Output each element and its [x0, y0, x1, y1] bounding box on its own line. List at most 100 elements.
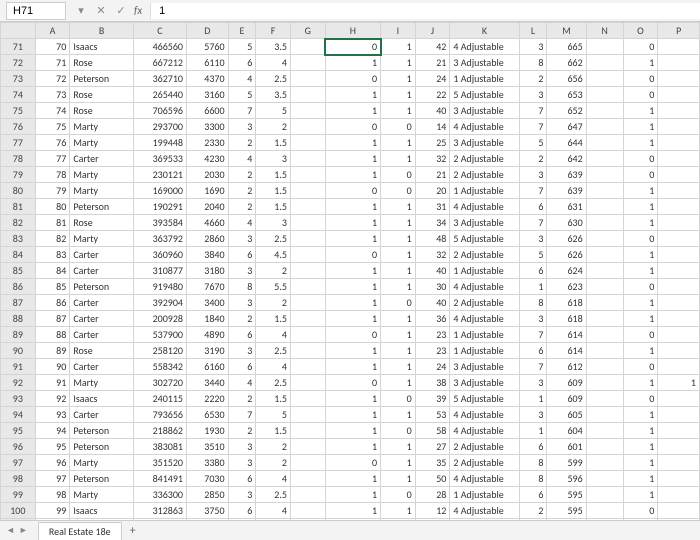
cell[interactable]: Peterson: [70, 279, 134, 295]
cell[interactable]: 1: [325, 295, 380, 311]
cell[interactable]: 4890: [186, 327, 228, 343]
cell[interactable]: 31: [415, 199, 450, 215]
cell[interactable]: 1.5: [256, 167, 291, 183]
cell[interactable]: 605: [547, 407, 586, 423]
cell[interactable]: 1840: [186, 311, 228, 327]
cell[interactable]: [290, 279, 325, 295]
cell[interactable]: 12: [415, 503, 450, 519]
cell[interactable]: 0: [623, 167, 658, 183]
cell[interactable]: 0: [381, 487, 416, 503]
cell[interactable]: 1 Adjustable: [450, 327, 519, 343]
col-header-J[interactable]: J: [415, 23, 450, 39]
cell[interactable]: [658, 119, 700, 135]
cell[interactable]: 1: [623, 183, 658, 199]
cell[interactable]: 2: [519, 503, 547, 519]
cell[interactable]: 89: [35, 343, 70, 359]
cell[interactable]: 6: [228, 55, 256, 71]
cell[interactable]: 2: [228, 135, 256, 151]
cell[interactable]: 83: [35, 247, 70, 263]
cell[interactable]: 91: [35, 375, 70, 391]
cell[interactable]: [658, 359, 700, 375]
cell[interactable]: [290, 455, 325, 471]
cell[interactable]: 1: [381, 279, 416, 295]
cell[interactable]: 7: [519, 359, 547, 375]
cell[interactable]: [290, 327, 325, 343]
cell[interactable]: 1.5: [256, 183, 291, 199]
cell[interactable]: Carter: [70, 295, 134, 311]
cell[interactable]: 30: [415, 279, 450, 295]
row-header[interactable]: 74: [1, 87, 36, 103]
cell[interactable]: [658, 151, 700, 167]
cell[interactable]: [290, 55, 325, 71]
cell[interactable]: 8: [519, 455, 547, 471]
col-header-F[interactable]: F: [256, 23, 291, 39]
cell[interactable]: 21: [415, 167, 450, 183]
col-header-D[interactable]: D: [186, 23, 228, 39]
cell[interactable]: 94: [35, 423, 70, 439]
cell[interactable]: 2.5: [256, 487, 291, 503]
cell[interactable]: [658, 295, 700, 311]
cell[interactable]: 240115: [133, 391, 186, 407]
cell[interactable]: [586, 343, 623, 359]
cell[interactable]: 1: [381, 327, 416, 343]
cell[interactable]: 8: [519, 55, 547, 71]
cell[interactable]: 2330: [186, 135, 228, 151]
cell[interactable]: 5: [256, 407, 291, 423]
cell[interactable]: 0: [623, 391, 658, 407]
cell[interactable]: 665: [547, 39, 586, 55]
cell[interactable]: 0: [381, 119, 416, 135]
cell[interactable]: 78: [35, 167, 70, 183]
cell[interactable]: [290, 503, 325, 519]
cell[interactable]: [586, 39, 623, 55]
cell[interactable]: 98: [35, 487, 70, 503]
cell[interactable]: 1: [325, 199, 380, 215]
cell[interactable]: [658, 407, 700, 423]
cell[interactable]: [290, 407, 325, 423]
cell[interactable]: 2.5: [256, 375, 291, 391]
cell[interactable]: 71: [35, 55, 70, 71]
cell[interactable]: 0: [325, 119, 380, 135]
cell[interactable]: 1: [381, 503, 416, 519]
row-header[interactable]: 79: [1, 167, 36, 183]
row-header[interactable]: 90: [1, 343, 36, 359]
cell[interactable]: 3440: [186, 375, 228, 391]
cell[interactable]: 1: [325, 55, 380, 71]
cell[interactable]: [290, 471, 325, 487]
cell[interactable]: 79: [35, 183, 70, 199]
cell[interactable]: 2: [256, 455, 291, 471]
cell[interactable]: [586, 71, 623, 87]
cell[interactable]: 293700: [133, 119, 186, 135]
cell[interactable]: 70: [35, 39, 70, 55]
cell[interactable]: [290, 215, 325, 231]
cell[interactable]: 80: [35, 199, 70, 215]
cell[interactable]: 7: [519, 103, 547, 119]
cell[interactable]: 618: [547, 311, 586, 327]
cell[interactable]: [586, 311, 623, 327]
row-header[interactable]: 75: [1, 103, 36, 119]
cell[interactable]: 363792: [133, 231, 186, 247]
cell[interactable]: 1: [519, 423, 547, 439]
row-header[interactable]: 80: [1, 183, 36, 199]
cell[interactable]: 58: [415, 423, 450, 439]
cell[interactable]: [290, 391, 325, 407]
cell[interactable]: 623: [547, 279, 586, 295]
cell[interactable]: [658, 327, 700, 343]
cell[interactable]: 5: [256, 103, 291, 119]
cell[interactable]: 0: [381, 295, 416, 311]
cell[interactable]: 4: [256, 503, 291, 519]
cell[interactable]: 7: [228, 407, 256, 423]
cell[interactable]: 4 Adjustable: [450, 119, 519, 135]
cell[interactable]: 6: [519, 439, 547, 455]
cell[interactable]: 7670: [186, 279, 228, 295]
cell[interactable]: Isaacs: [70, 391, 134, 407]
cell[interactable]: 1: [381, 103, 416, 119]
cell[interactable]: 369533: [133, 151, 186, 167]
cell[interactable]: 1: [623, 375, 658, 391]
row-header[interactable]: 93: [1, 391, 36, 407]
cell[interactable]: 7: [519, 183, 547, 199]
cell[interactable]: 3: [519, 311, 547, 327]
cell[interactable]: 2 Adjustable: [450, 247, 519, 263]
cell[interactable]: 1: [325, 471, 380, 487]
cell[interactable]: 1: [623, 423, 658, 439]
cell[interactable]: [658, 183, 700, 199]
